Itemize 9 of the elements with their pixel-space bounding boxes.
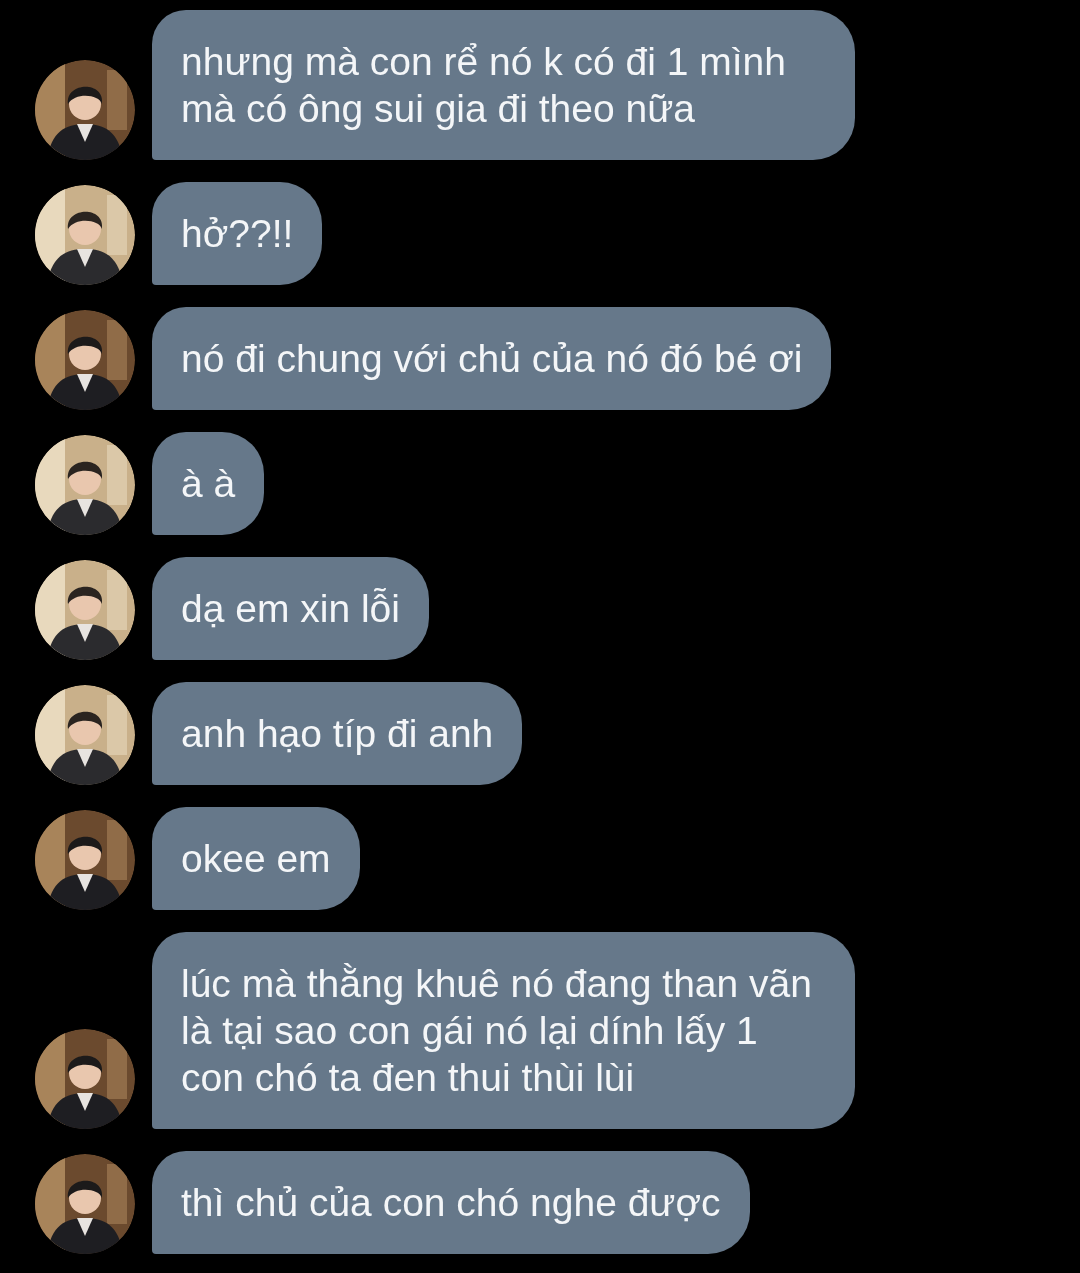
message-bubble: hở??!!	[152, 182, 323, 285]
message-bubble: dạ em xin lỗi	[152, 557, 429, 660]
message-bubble: anh hạo típ đi anh	[152, 682, 523, 785]
message-bubble: okee em	[152, 807, 360, 910]
message-bubble: lúc mà thằng khuê nó đang than vãn là tại sao con gái nó lại dính lấy 1 con chó ta đen thui thùi lùi	[152, 932, 855, 1129]
message-bubble: à à	[152, 432, 265, 535]
message-bubble: nó đi chung với chủ của nó đó bé ơi	[152, 307, 832, 410]
message-bubble: thì chủ của con chó nghe được	[152, 1151, 750, 1254]
message-bubble: nhưng mà con rể nó k có đi 1 mình mà có ông sui gia đi theo nữa	[152, 10, 855, 160]
